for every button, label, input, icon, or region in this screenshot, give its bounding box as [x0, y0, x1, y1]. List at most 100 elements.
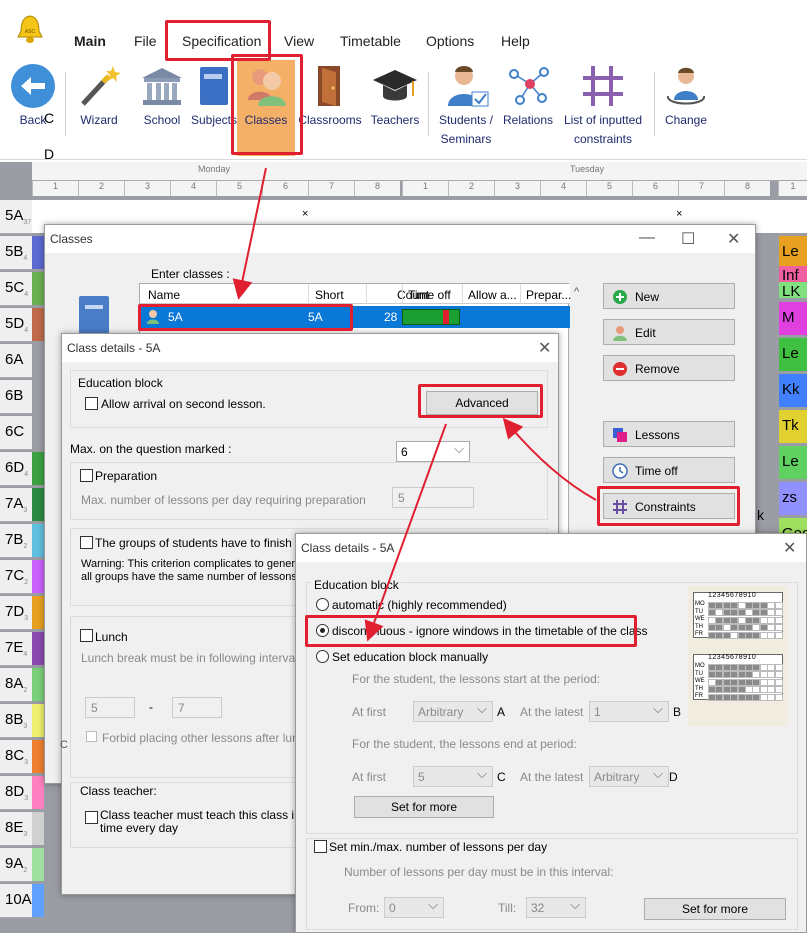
lesson-card[interactable] [32, 632, 44, 665]
till-select[interactable]: 32 [526, 897, 586, 918]
from-select[interactable]: 0 [384, 897, 444, 918]
set-for-more-button-1[interactable]: Set for more [354, 796, 494, 818]
start-latest-select[interactable]: 1 [589, 701, 669, 722]
close-icon[interactable]: ✕ [783, 538, 796, 558]
class-row-header[interactable]: 8C3 [0, 740, 32, 774]
end-first-select[interactable]: 5 [413, 766, 493, 787]
change-button[interactable]: Change [658, 60, 714, 156]
max-question-select[interactable]: 6 [396, 441, 470, 462]
class-teacher-checkbox[interactable] [85, 811, 98, 824]
forbid-lessons-checkbox[interactable] [86, 731, 97, 742]
maximize-icon[interactable]: ☐ [681, 229, 695, 249]
groups-finish-checkbox[interactable] [80, 536, 93, 549]
menu-view[interactable]: View [284, 33, 314, 49]
teachers-button[interactable]: Teachers [366, 60, 424, 156]
class-row-header[interactable]: 7E4 [0, 632, 32, 666]
class-row-header[interactable]: 5D4 [0, 308, 32, 342]
lesson-card[interactable] [32, 812, 44, 845]
relations-button[interactable]: Relations [500, 60, 556, 156]
class-row-header[interactable]: 8E3 [0, 812, 32, 846]
class-row-header[interactable]: 7C2 [0, 560, 32, 594]
class-row-header[interactable]: 6C [0, 416, 32, 450]
preparation-checkbox[interactable] [80, 469, 93, 482]
close-icon[interactable]: ✕ [538, 338, 551, 358]
menu-file[interactable]: File [134, 33, 157, 49]
students-seminars-button[interactable]: Students / Seminars [434, 60, 498, 156]
lesson-card[interactable]: Le [779, 236, 807, 269]
lesson-card[interactable]: M [779, 302, 807, 335]
advanced-button[interactable]: Advanced [426, 391, 538, 415]
lesson-card[interactable] [32, 308, 44, 341]
close-icon[interactable]: ✕ [727, 229, 740, 249]
class-row-header[interactable]: 5B4 [0, 236, 32, 270]
time-off-button[interactable]: Time off [603, 457, 735, 483]
lessons-button[interactable]: Lessons [603, 421, 735, 447]
class-row-header[interactable]: 7A3 [0, 488, 32, 522]
lesson-card[interactable] [32, 884, 44, 917]
prep-max-input[interactable]: 5 [392, 487, 474, 508]
auto-radio[interactable] [316, 598, 329, 611]
classrooms-button[interactable]: Classrooms [296, 60, 364, 156]
lesson-card[interactable] [32, 560, 44, 593]
lesson-card[interactable] [32, 272, 44, 305]
col-name[interactable]: Name [148, 288, 180, 302]
menu-help[interactable]: Help [501, 33, 530, 49]
lesson-card[interactable]: zs [779, 482, 807, 515]
subjects-button[interactable]: Subjects [188, 60, 240, 156]
lesson-card[interactable] [32, 452, 44, 485]
classes-button[interactable]: Classes [237, 60, 295, 156]
lesson-card[interactable]: Le [779, 338, 807, 371]
class-row-header[interactable]: 5C4 [0, 272, 32, 306]
menu-specification[interactable]: Specification [182, 33, 261, 49]
lesson-card[interactable]: Inf [779, 266, 807, 282]
lesson-card[interactable] [32, 236, 44, 269]
lesson-card[interactable]: LK [779, 282, 807, 298]
discontinuous-radio[interactable] [316, 624, 329, 637]
lesson-card[interactable] [32, 776, 44, 809]
class-row-header[interactable]: 8B3 [0, 704, 32, 738]
minmax-checkbox[interactable] [314, 840, 327, 853]
remove-button[interactable]: Remove [603, 355, 735, 381]
col-short[interactable]: Short [308, 284, 344, 304]
lunch-to-input[interactable]: 7 [172, 697, 222, 718]
lesson-card[interactable] [32, 740, 44, 773]
manual-radio[interactable] [316, 650, 329, 663]
lunch-from-input[interactable]: 5 [85, 697, 135, 718]
class-row-header[interactable]: 7B2 [0, 524, 32, 558]
minimize-icon[interactable]: — [639, 229, 655, 247]
menu-options[interactable]: Options [426, 33, 474, 49]
class-row-header[interactable]: 6B [0, 380, 32, 414]
set-for-more-button-2[interactable]: Set for more [644, 898, 786, 920]
allow-arrival-checkbox[interactable] [85, 397, 98, 410]
lesson-card[interactable]: Tk [779, 410, 807, 443]
class-row-header[interactable]: 8A2 [0, 668, 32, 702]
constraints-button[interactable]: Constraints [603, 493, 735, 519]
class-row-header[interactable]: 8D3 [0, 776, 32, 810]
col-time-off[interactable]: Time off [402, 284, 451, 304]
chevron-up-icon[interactable]: ^ [574, 286, 579, 298]
lesson-card[interactable] [32, 668, 44, 701]
lesson-card[interactable] [32, 596, 44, 629]
lesson-card[interactable]: Le [779, 446, 807, 479]
edit-button[interactable]: Edit [603, 319, 735, 345]
start-first-select[interactable]: Arbitrary [413, 701, 493, 722]
class-row-header[interactable]: 9A2 [0, 848, 32, 882]
class-row-header[interactable]: 10A3 [0, 884, 36, 918]
class-row-header[interactable]: 6A [0, 344, 32, 378]
lesson-card[interactable] [32, 848, 44, 881]
class-row-header[interactable]: 5A37 [0, 200, 32, 234]
menu-timetable[interactable]: Timetable [340, 33, 401, 49]
class-row-header[interactable]: 7D3 [0, 596, 32, 630]
back-button[interactable]: Back [6, 60, 60, 156]
school-button[interactable]: School [136, 60, 188, 156]
lesson-card[interactable] [32, 704, 44, 737]
end-latest-select[interactable]: Arbitrary [589, 766, 669, 787]
table-row-5a[interactable]: 5A 5A 28 [140, 306, 570, 328]
lesson-card[interactable] [32, 488, 44, 521]
lunch-checkbox[interactable] [80, 629, 93, 642]
lesson-card[interactable]: Kk [779, 374, 807, 407]
class-row-header[interactable]: 6D4 [0, 452, 32, 486]
new-button[interactable]: New [603, 283, 735, 309]
wizard-button[interactable]: Wizard [72, 60, 126, 156]
col-allow[interactable]: Allow a... [462, 284, 517, 304]
